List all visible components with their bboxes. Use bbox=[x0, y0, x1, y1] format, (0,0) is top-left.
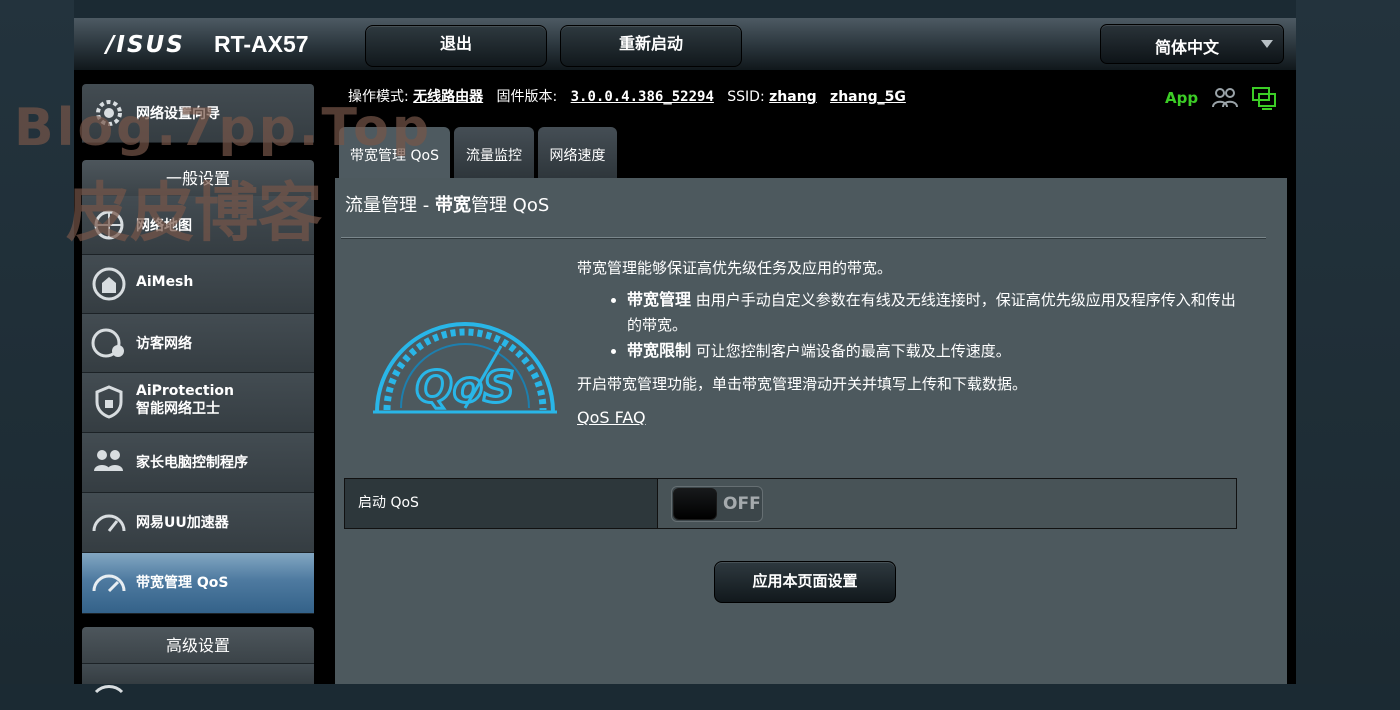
tab-speed-test[interactable]: 网络速度 bbox=[538, 127, 617, 178]
list-item: 带宽限制 可让您控制客户端设备的最高下载及上传速度。 bbox=[627, 338, 1237, 364]
enable-qos-toggle[interactable]: OFF bbox=[671, 486, 763, 522]
sidebar-item-label: 网易UU加速器 bbox=[136, 515, 229, 531]
qos-description: 带宽管理能够保证高优先级任务及应用的带宽。 带宽管理 由用户手动自定义参数在有线… bbox=[577, 256, 1237, 431]
reboot-button[interactable]: 重新启动 bbox=[560, 25, 742, 67]
language-value: 简体中文 bbox=[1155, 38, 1220, 57]
watermark-text: Blog.7pp.Top bbox=[14, 98, 433, 158]
firmware-label: 固件版本: bbox=[496, 89, 558, 105]
qos-settings-table: 启动 QoS OFF bbox=[344, 478, 1237, 529]
background-right bbox=[1296, 0, 1400, 684]
top-bar: /ISUS RT-AX57 退出 重新启动 简体中文 bbox=[74, 18, 1296, 71]
firmware-version-link[interactable]: 3.0.0.4.386_52294 bbox=[571, 89, 714, 105]
qos-panel: 流量管理 - 带宽管理 QoS QoS 带宽管理能够保证高优先级任务及应用的带宽… bbox=[335, 178, 1287, 684]
enable-qos-label: 启动 QoS bbox=[345, 479, 658, 528]
asus-logo: /ISUS bbox=[106, 32, 185, 58]
qos-logo-text: QoS bbox=[415, 362, 514, 413]
sidebar-item-label: 带宽管理 QoS bbox=[136, 575, 229, 591]
feature-list: 带宽管理 由用户手动自定义参数在有线及无线连接时，保证高优先级应用及程序传入和传… bbox=[577, 287, 1237, 364]
aiprotection-title: AiProtection bbox=[136, 383, 234, 399]
sidebar-item-guest-network[interactable]: 访客网络 bbox=[82, 314, 314, 373]
sidebar-item-aiprotection[interactable]: AiProtection 智能网络卫士 bbox=[82, 373, 314, 433]
advanced-settings-header: 高级设置 bbox=[82, 627, 314, 664]
title-part3: 管理 QoS bbox=[470, 195, 550, 216]
aiprotection-shield-icon bbox=[95, 385, 123, 419]
intro-text: 带宽管理能够保证高优先级任务及应用的带宽。 bbox=[577, 259, 893, 277]
sidebar-item-advanced-first[interactable] bbox=[82, 664, 314, 694]
list-item: 带宽管理 由用户手动自定义参数在有线及无线连接时，保证高优先级应用及程序传入和传… bbox=[627, 287, 1237, 338]
qos-speedometer-logo: QoS bbox=[373, 322, 557, 415]
enable-qos-cell: OFF bbox=[658, 479, 1236, 528]
chevron-down-icon bbox=[1261, 40, 1273, 48]
title-part2: 带宽 bbox=[434, 195, 471, 216]
toggle-state: OFF bbox=[723, 494, 761, 514]
page-title: 流量管理 - 带宽管理 QoS bbox=[345, 191, 549, 217]
bullet2-strong: 带宽限制 bbox=[627, 341, 692, 360]
app-link[interactable]: App bbox=[1165, 89, 1198, 107]
instruction-text: 开启带宽管理功能，单击带宽管理滑动开关并填写上传和下载数据。 bbox=[577, 375, 1028, 393]
sidebar-item-label: 家长电脑控制程序 bbox=[136, 455, 248, 471]
watermark-text-cn: 皮皮博客 bbox=[66, 177, 322, 251]
model-name: RT-AX57 bbox=[214, 31, 309, 57]
toggle-knob bbox=[673, 488, 717, 520]
uu-booster-gauge-icon bbox=[92, 514, 126, 532]
sidebar-item-aimesh[interactable]: AiMesh bbox=[82, 255, 314, 314]
parental-control-icon bbox=[94, 450, 123, 471]
title-part1: 流量管理 - bbox=[345, 195, 435, 216]
language-select[interactable]: 简体中文 bbox=[1100, 24, 1284, 64]
aiprotection-subtitle: 智能网络卫士 bbox=[136, 401, 220, 417]
title-divider bbox=[341, 237, 1266, 239]
network-status-icon[interactable] bbox=[1250, 85, 1278, 111]
bullet1-text: 由用户手动自定义参数在有线及无线连接时，保证高优先级应用及程序传入和传出的带宽。 bbox=[627, 291, 1236, 334]
logout-button[interactable]: 退出 bbox=[365, 25, 547, 67]
clients-icon[interactable] bbox=[1211, 85, 1239, 111]
bullet1-strong: 带宽管理 bbox=[627, 290, 692, 309]
wireless-icon bbox=[94, 685, 124, 694]
sidebar-item-label: 访客网络 bbox=[136, 336, 192, 352]
tab-traffic-monitor[interactable]: 流量监控 bbox=[454, 127, 534, 178]
ssid-label: SSID: bbox=[727, 89, 765, 105]
ssid-link-5g[interactable]: zhang_5G bbox=[830, 89, 906, 105]
qos-gauge-icon bbox=[92, 574, 126, 593]
sidebar-item-parental-control[interactable]: 家长电脑控制程序 bbox=[82, 433, 314, 493]
guest-network-icon bbox=[91, 328, 124, 358]
apply-button[interactable]: 应用本页面设置 bbox=[714, 561, 896, 603]
sidebar-item-label: AiProtection 智能网络卫士 bbox=[136, 382, 234, 418]
ssid-link-24g[interactable]: zhang bbox=[769, 89, 817, 105]
sidebar-item-uu-booster[interactable]: 网易UU加速器 bbox=[82, 493, 314, 553]
sidebar-item-label: AiMesh bbox=[136, 274, 194, 290]
bullet2-text: 可让您控制客户端设备的最高下载及上传速度。 bbox=[691, 342, 1011, 360]
sidebar-item-qos[interactable]: 带宽管理 QoS bbox=[82, 553, 314, 614]
qos-faq-link[interactable]: QoS FAQ bbox=[577, 405, 646, 430]
aimesh-icon bbox=[92, 267, 126, 301]
